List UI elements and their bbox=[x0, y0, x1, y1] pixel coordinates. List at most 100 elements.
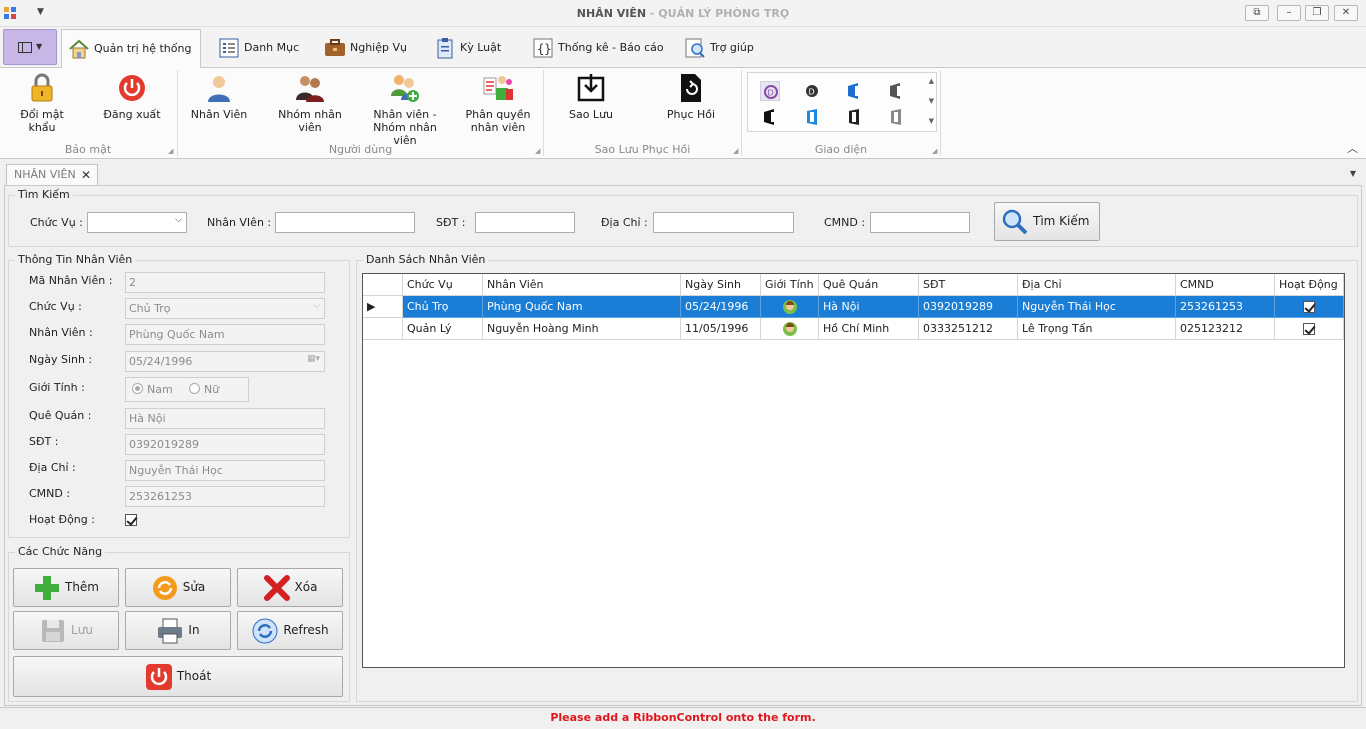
gender-male-radio[interactable] bbox=[132, 383, 143, 394]
cell-hometown[interactable]: Hồ Chí Minh bbox=[819, 318, 919, 340]
group-launcher-icon[interactable]: ◢ bbox=[932, 147, 937, 155]
refresh-button[interactable]: Refresh bbox=[237, 611, 343, 650]
info-dob-picker[interactable]: 05/24/1996 ▦▾ bbox=[125, 351, 325, 372]
theme-vs-purple[interactable]: D bbox=[760, 81, 780, 101]
grid-header-cell[interactable]: Nhân Viên bbox=[483, 274, 681, 296]
grid-header-cell[interactable]: CMND bbox=[1176, 274, 1275, 296]
theme-office-gray[interactable] bbox=[886, 81, 906, 101]
search-role-select[interactable]: ⌵ bbox=[87, 212, 187, 233]
theme-office-black[interactable] bbox=[760, 107, 780, 127]
theme-office-2016-white[interactable] bbox=[886, 107, 906, 127]
group-launcher-icon[interactable]: ◢ bbox=[535, 147, 540, 155]
cell-dob[interactable]: 05/24/1996 bbox=[681, 296, 761, 318]
theme-vs-dark[interactable]: D bbox=[802, 81, 822, 101]
cell-gender[interactable] bbox=[761, 296, 819, 318]
grid-header-cell[interactable]: Chức Vụ bbox=[403, 274, 483, 296]
cell-address[interactable]: Nguyễn Thái Học bbox=[1018, 296, 1176, 318]
gallery-scroll-down-icon[interactable]: ▼ bbox=[929, 97, 934, 105]
application-menu-button[interactable]: ▼ bbox=[3, 29, 57, 65]
search-phone-input[interactable] bbox=[475, 212, 575, 233]
info-name-field[interactable]: Phùng Quốc Nam bbox=[125, 324, 325, 345]
maximize-button[interactable]: ❐ bbox=[1305, 5, 1329, 21]
cell-active[interactable] bbox=[1275, 296, 1344, 318]
code-braces-icon: {} bbox=[533, 38, 553, 58]
collapse-ribbon-icon[interactable]: ︿ bbox=[1347, 140, 1358, 156]
search-address-input[interactable] bbox=[653, 212, 794, 233]
active-checkbox[interactable] bbox=[1303, 301, 1315, 313]
cell-active[interactable] bbox=[1275, 318, 1344, 340]
gallery-expand-icon[interactable]: ▼ bbox=[929, 117, 934, 125]
table-row[interactable]: Quản Lý Nguyễn Hoàng Minh 11/05/1996 Hồ … bbox=[363, 318, 1344, 340]
tab-danh-muc[interactable]: Danh Mục bbox=[212, 29, 302, 68]
add-button[interactable]: Thêm bbox=[13, 568, 119, 607]
restore-window-button[interactable]: ⧉ bbox=[1245, 5, 1269, 21]
info-active-checkbox[interactable] bbox=[125, 514, 137, 526]
employee-permission-button[interactable]: Phân quyền nhân viên bbox=[462, 72, 534, 134]
theme-office-blue[interactable] bbox=[844, 81, 864, 101]
row-indicator[interactable] bbox=[363, 318, 403, 340]
grid-header-cell[interactable]: Giới Tính bbox=[761, 274, 819, 296]
cell-gender[interactable] bbox=[761, 318, 819, 340]
group-launcher-icon[interactable]: ◢ bbox=[733, 147, 738, 155]
backup-button[interactable]: Sao Lưu bbox=[560, 72, 622, 121]
minimize-button[interactable]: – bbox=[1277, 5, 1301, 21]
tab-thong-ke-bao-cao[interactable]: {} Thống kê - Báo cáo bbox=[526, 29, 666, 68]
gallery-scroll-up-icon[interactable]: ▲ bbox=[929, 77, 934, 85]
tab-tro-giup[interactable]: Trợ giúp bbox=[678, 29, 768, 68]
cell-role[interactable]: Chủ Trọ bbox=[403, 296, 483, 318]
grid-header-cell[interactable]: Ngày Sinh bbox=[681, 274, 761, 296]
table-row[interactable]: ▶ Chủ Trọ Phùng Quốc Nam 05/24/1996 Hà N… bbox=[363, 296, 1344, 318]
employee-to-group-button[interactable]: Nhân viên - Nhóm nhân viên bbox=[360, 72, 450, 147]
cell-dob[interactable]: 11/05/1996 bbox=[681, 318, 761, 340]
document-tab-nhan-vien[interactable]: NHÂN VIÊN ✕ bbox=[6, 164, 98, 185]
theme-office-2016-black[interactable] bbox=[844, 107, 864, 127]
info-address-field[interactable]: Nguyễn Thái Học bbox=[125, 460, 325, 481]
active-checkbox[interactable] bbox=[1303, 323, 1315, 335]
restore-button[interactable]: Phục Hồi bbox=[660, 72, 722, 121]
info-phone-field[interactable]: 0392019289 bbox=[125, 434, 325, 455]
print-button[interactable]: In bbox=[125, 611, 231, 650]
employee-group-button[interactable]: Nhóm nhân viên bbox=[272, 72, 348, 134]
cell-cmnd[interactable]: 253261253 bbox=[1176, 296, 1275, 318]
cell-phone[interactable]: 0333251212 bbox=[919, 318, 1018, 340]
cell-role[interactable]: Quản Lý bbox=[403, 318, 483, 340]
search-group-title: Tìm Kiếm bbox=[15, 188, 73, 201]
search-id-input[interactable] bbox=[870, 212, 970, 233]
cell-cmnd[interactable]: 025123212 bbox=[1176, 318, 1275, 340]
grid-header-cell[interactable]: Địa Chỉ bbox=[1018, 274, 1176, 296]
cell-address[interactable]: Lê Trọng Tấn bbox=[1018, 318, 1176, 340]
change-password-button[interactable]: Đổi mật khẩu bbox=[6, 72, 78, 134]
status-bar: Please add a RibbonControl onto the form… bbox=[0, 707, 1366, 729]
cell-hometown[interactable]: Hà Nội bbox=[819, 296, 919, 318]
gender-female-label: Nữ bbox=[204, 383, 220, 396]
employee-button[interactable]: Nhân Viên bbox=[186, 72, 252, 121]
grid-header-cell[interactable]: Quê Quán bbox=[819, 274, 919, 296]
grid-header-cell[interactable]: Hoạt Động bbox=[1275, 274, 1344, 296]
info-id-field[interactable]: 2 bbox=[125, 272, 325, 293]
close-tab-icon[interactable]: ✕ bbox=[81, 165, 91, 185]
theme-office-2016-blue[interactable] bbox=[802, 107, 822, 127]
exit-button[interactable]: Thoát bbox=[13, 656, 343, 697]
info-role-select[interactable]: Chủ Trọ ⌵ bbox=[125, 298, 325, 319]
group-launcher-icon[interactable]: ◢ bbox=[168, 147, 173, 155]
search-button[interactable]: Tìm Kiếm bbox=[994, 202, 1100, 241]
row-indicator-icon[interactable]: ▶ bbox=[363, 296, 403, 318]
delete-button[interactable]: Xóa bbox=[237, 568, 343, 607]
cell-phone[interactable]: 0392019289 bbox=[919, 296, 1018, 318]
tab-quan-tri-he-thong[interactable]: Quản trị hệ thống bbox=[61, 29, 201, 69]
info-cmnd-field[interactable]: 253261253 bbox=[125, 486, 325, 507]
tab-nghiep-vu[interactable]: Nghiệp Vụ bbox=[318, 29, 418, 68]
cell-name[interactable]: Phùng Quốc Nam bbox=[483, 296, 681, 318]
logout-button[interactable]: Đăng xuất bbox=[96, 72, 168, 121]
grid-header-cell[interactable]: SĐT bbox=[919, 274, 1018, 296]
search-employee-input[interactable] bbox=[275, 212, 415, 233]
info-hometown-field[interactable]: Hà Nội bbox=[125, 408, 325, 429]
save-button[interactable]: Lưu bbox=[13, 611, 119, 650]
close-button[interactable]: ✕ bbox=[1334, 5, 1358, 21]
tab-ky-luat[interactable]: Kỳ Luật bbox=[428, 29, 518, 68]
search-id-label: CMND : bbox=[824, 216, 866, 229]
edit-button[interactable]: Sửa bbox=[125, 568, 231, 607]
tab-list-dropdown-icon[interactable]: ▼ bbox=[1350, 169, 1356, 178]
cell-name[interactable]: Nguyễn Hoàng Minh bbox=[483, 318, 681, 340]
gender-female-radio[interactable] bbox=[189, 383, 200, 394]
